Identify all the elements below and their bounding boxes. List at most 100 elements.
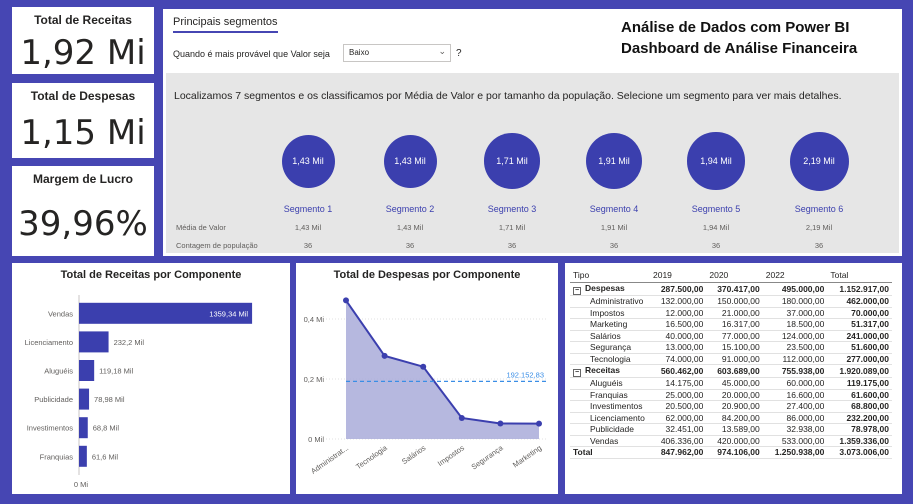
table-row[interactable]: Investimentos 20.500,00 20.900,00 27.400,00… (570, 400, 892, 413)
table-row[interactable]: Aluguéis 14.175,00 45.000,00 60.000,00 119.1… (570, 377, 892, 390)
row-value-cell: 1.359.336,00 (827, 435, 892, 447)
segment-media-value: 1,91 Mil (600, 223, 628, 232)
segment-contagem-value: 36 (814, 241, 824, 250)
row-value-cell: 420.000,00 (706, 435, 763, 447)
receitas-chart-card: Total de Receitas por Componente Vendas 1… (12, 263, 290, 494)
table-row[interactable]: Impostos 12.000,00 21.000,00 37.000,00 70.00… (570, 307, 892, 319)
segment-media-value: 1,43 Mil (396, 223, 424, 232)
area-point[interactable] (381, 352, 388, 359)
table-row[interactable]: Salários 40.000,00 77.000,00 124.000,00 241.… (570, 330, 892, 342)
segment-contagem-value: 36 (507, 241, 517, 250)
segment-bubble[interactable]: 1,43 Mil (281, 134, 335, 188)
area-point[interactable] (420, 363, 427, 370)
receitas-bar-chart: Vendas 1359,34 Mil Licenciamento 232,2 Mil A… (25, 295, 253, 489)
table-group-row[interactable]: − Receitas 560.462,00 603.689,00 755.938,00 1… (570, 364, 892, 378)
segment-bubble[interactable]: 1,94 Mil (687, 132, 745, 190)
page-title: Análise de Dados com Power BI Dashboard … (621, 17, 857, 59)
row-value-cell: 70.000,00 (827, 307, 892, 319)
segment-bubble[interactable]: 1,43 Mil (383, 134, 437, 188)
group-value-cell: 1.152.917,00 (827, 282, 892, 296)
row-value-cell: 32.938,00 (762, 423, 828, 436)
segments-panel: Principais segmentos Quando é mais prová… (163, 9, 902, 256)
bar-franquias[interactable] (79, 445, 87, 467)
col-header-total[interactable]: Total (827, 268, 892, 283)
row-value-cell: 78.978,00 (827, 423, 892, 436)
col-header-2022[interactable]: 2022 (762, 268, 828, 283)
collapse-icon[interactable]: − (573, 369, 581, 377)
bar-category-label: Publicidade (34, 395, 73, 404)
financial-matrix: Tipo 2019 2020 2022 Total − Despesas 287.5… (570, 268, 892, 459)
col-header-2019[interactable]: 2019 (650, 268, 707, 283)
row-value-cell: 74.000,00 (650, 353, 707, 365)
segment-name[interactable]: Segmento 3 (467, 204, 557, 214)
bar-aluguéis[interactable] (79, 360, 95, 381)
table-row[interactable]: Licenciamento 62.000,00 84.200,00 86.000,00… (570, 412, 892, 424)
group-value-cell: 287.500,00 (650, 282, 707, 296)
bar-x-tick: 0 Mi (74, 480, 89, 489)
tab-principais-segmentos[interactable]: Principais segmentos (173, 16, 278, 33)
bar-publicidade[interactable] (79, 388, 90, 410)
area-point[interactable] (497, 420, 504, 427)
row-value-cell: 51.317,00 (827, 318, 892, 331)
row-value-cell: 40.000,00 (650, 330, 707, 342)
row-name-cell: Franquias (570, 389, 650, 401)
row-value-cell: 20.000,00 (706, 389, 763, 401)
table-row[interactable]: Segurança 13.000,00 15.100,00 23.500,00 51.6… (570, 341, 892, 354)
total-value-cell: 3.073.006,00 (827, 446, 892, 459)
row-label-contagem: Contagem de população (176, 241, 258, 250)
segment-bubble[interactable]: 1,71 Mil (484, 133, 540, 189)
segment-media-value: 1,94 Mil (702, 223, 730, 232)
row-value-cell: 132.000,00 (650, 295, 707, 308)
value-select[interactable]: Baixo ⌄ (343, 44, 451, 62)
segment-bubble[interactable]: 2,19 Mil (789, 131, 849, 191)
segment-name[interactable]: Segmento 1 (263, 204, 353, 214)
segment-bubble[interactable]: 1,91 Mil (585, 132, 643, 190)
row-value-cell: 150.000,00 (706, 295, 763, 308)
despesas-chart-card: Total de Despesas por Componente 0 Mil 0,… (296, 263, 558, 494)
col-header-2020[interactable]: 2020 (706, 268, 763, 283)
bar-data-label: 61,6 Mil (92, 452, 119, 461)
bar-licenciamento[interactable] (79, 331, 109, 353)
table-row[interactable]: Marketing 16.500,00 16.317,00 18.500,00 51.3… (570, 318, 892, 331)
average-line-label: 192.152,83 (506, 370, 544, 379)
row-name-cell: Administrativo (570, 295, 650, 308)
area-y-tick: 0 Mil (308, 435, 324, 444)
table-row[interactable]: Vendas 406.336,00 420.000,00 533.000,00 1.35… (570, 435, 892, 447)
row-value-cell: 20.900,00 (706, 400, 763, 413)
table-group-row[interactable]: − Despesas 287.500,00 370.417,00 495.000,00 1… (570, 282, 892, 296)
kpi-value-receitas: 1,92 Mi (20, 33, 146, 73)
segment-name[interactable]: Segmento 6 (774, 204, 864, 214)
group-value-cell: 495.000,00 (762, 282, 828, 296)
row-label-media: Média de Valor (176, 223, 226, 232)
segment-name[interactable]: Segmento 4 (569, 204, 659, 214)
table-row[interactable]: Publicidade 32.451,00 13.589,00 32.938,00 78… (570, 423, 892, 436)
row-name-cell: Impostos (570, 307, 650, 319)
row-value-cell: 86.000,00 (762, 412, 828, 424)
table-row[interactable]: Tecnologia 74.000,00 91.000,00 112.000,00 27… (570, 353, 892, 365)
segment-contagem-value: 36 (711, 241, 721, 250)
bar-data-label: 78,98 Mil (94, 395, 125, 404)
help-icon[interactable]: ? (456, 48, 462, 59)
segment-name[interactable]: Segmento 2 (365, 204, 455, 214)
area-point[interactable] (536, 420, 542, 427)
table-row[interactable]: Franquias 25.000,00 20.000,00 16.600,00 61.6… (570, 389, 892, 401)
total-value-cell: 1.250.938,00 (762, 446, 828, 459)
kpi-card-despesas: Total de Despesas 1,15 Mi (12, 83, 154, 158)
row-value-cell: 16.500,00 (650, 318, 707, 331)
kpi-title-margem: Margem de Lucro (32, 172, 134, 186)
row-value-cell: 16.600,00 (762, 389, 828, 401)
row-value-cell: 37.000,00 (762, 307, 828, 319)
table-row[interactable]: Administrativo 132.000,00 150.000,00 180.00… (570, 295, 892, 308)
collapse-icon[interactable]: − (573, 287, 581, 295)
group-name-cell: − Despesas (570, 282, 650, 296)
row-value-cell: 12.000,00 (650, 307, 707, 319)
kpi-title-despesas: Total de Despesas (30, 89, 136, 103)
area-x-tick: Administrat... (309, 443, 350, 475)
row-value-cell: 180.000,00 (762, 295, 828, 308)
area-point[interactable] (458, 415, 465, 421)
segment-name[interactable]: Segmento 5 (671, 204, 761, 214)
kpi-title-receitas: Total de Receitas (34, 13, 132, 27)
bar-investimentos[interactable] (79, 417, 88, 439)
col-header-tipo[interactable]: Tipo (570, 268, 650, 283)
area-point[interactable] (343, 297, 349, 304)
